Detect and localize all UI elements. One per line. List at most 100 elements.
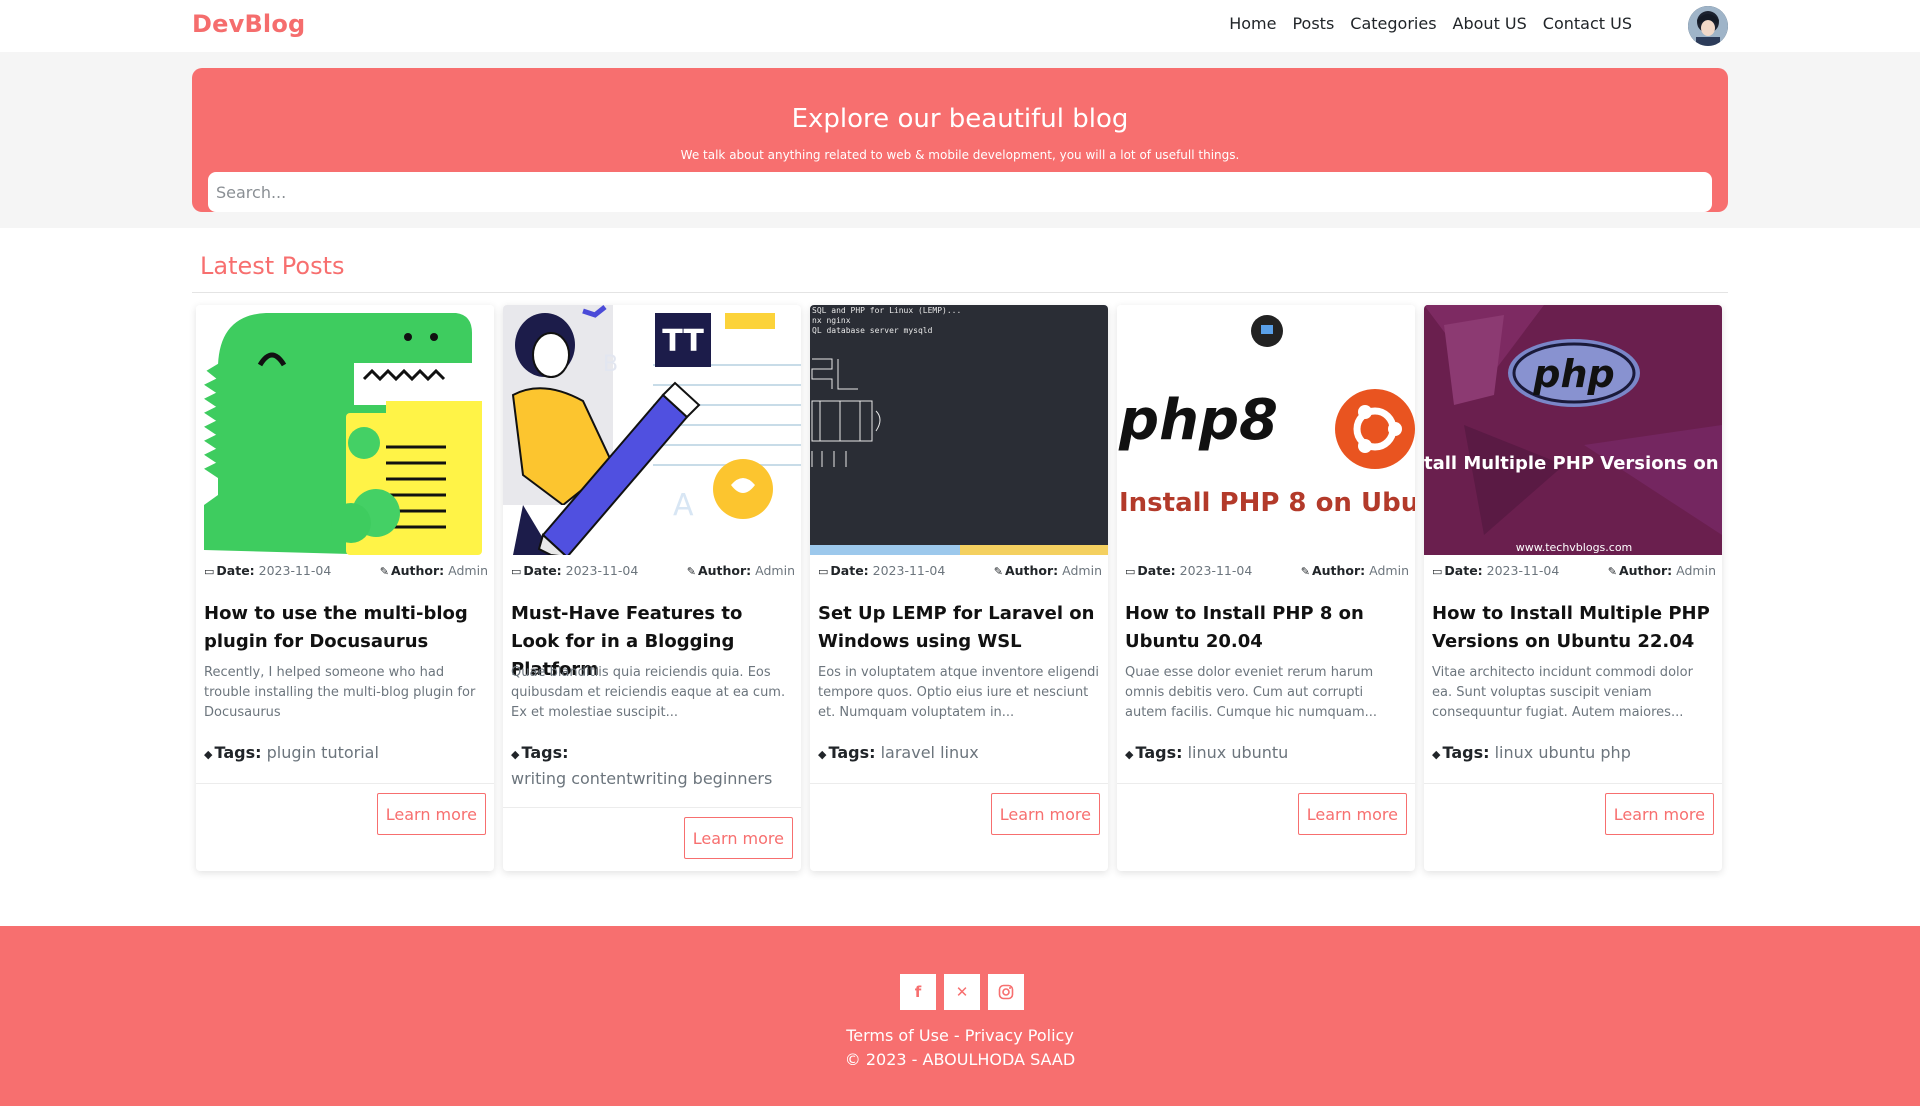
instagram-icon[interactable]	[988, 974, 1024, 1010]
post-excerpt: Quae esse dolor eveniet rerum harum omni…	[1125, 665, 1378, 720]
footer-links: Terms of Use - Privacy Policy	[0, 1026, 1920, 1045]
image-url: www.techvblogs.com	[1516, 541, 1633, 554]
svg-text:TT: TT	[662, 324, 704, 359]
post-excerpt: Quae blanditiis quia reiciendis quia. Eo…	[511, 665, 786, 720]
svg-text:A: A	[673, 488, 694, 523]
card-divider	[503, 807, 801, 808]
calendar-icon: ▭	[1432, 565, 1443, 578]
post-card: ▭ Date: 2023-11-04 ✎ Author: Admin How to …	[196, 305, 494, 871]
post-date: ▭ Date: 2023-11-04	[511, 563, 639, 578]
user-pen-icon: ✎	[686, 565, 696, 578]
post-card: TT A B ▭ Date: 2023-11-04 ✎ Author: Admin	[503, 305, 801, 871]
card-divider	[810, 783, 1108, 784]
post-author: ✎ Author: Admin	[1607, 563, 1716, 578]
section-title: Latest Posts	[200, 252, 345, 280]
hero-subtitle: We talk about anything related to web & …	[680, 148, 1240, 162]
post-tags: ◆ Tags: plugin tutorial	[204, 741, 488, 767]
nav-links: Home Posts Categories About US Contact U…	[1229, 14, 1632, 33]
nav-about[interactable]: About US	[1453, 14, 1527, 33]
svg-text:B: B	[603, 352, 618, 377]
avatar[interactable]	[1688, 6, 1728, 46]
card-divider	[1117, 783, 1415, 784]
nav-posts[interactable]: Posts	[1292, 14, 1334, 33]
post-card: SQL and PHP for Linux (LEMP)... nx nginx…	[810, 305, 1108, 871]
user-pen-icon: ✎	[993, 565, 1003, 578]
post-date: ▭ Date: 2023-11-04	[1125, 563, 1253, 578]
post-author: ✎ Author: Admin	[686, 563, 795, 578]
terminal-line: QL database server mysqld	[812, 326, 933, 335]
post-card: php8 Install PHP 8 on Ubuntu ▭Date: 2023…	[1117, 305, 1415, 871]
tag-icon: ◆	[1432, 748, 1441, 761]
footer: f ✕ Terms of Use - Privacy Policy © 2023…	[0, 926, 1920, 1106]
user-pen-icon: ✎	[1300, 565, 1310, 578]
post-meta: ▭ Date: 2023-11-04 ✎ Author: Admin	[818, 563, 1102, 578]
image-caption: Install PHP 8 on Ubuntu	[1119, 488, 1415, 518]
post-title[interactable]: How to use the multi-blog plugin for Doc…	[204, 600, 488, 656]
post-tags: ◆ Tags: linux ubuntu php	[1432, 741, 1716, 767]
post-title[interactable]: Set Up LEMP for Laravel on Windows using…	[818, 600, 1102, 656]
post-excerpt: Eos in voluptatem atque inventore eligen…	[818, 665, 1100, 720]
learn-more-button[interactable]: Learn more	[1297, 793, 1407, 835]
calendar-icon: ▭	[204, 565, 215, 578]
image-caption: tall Multiple PHP Versions on Ub	[1424, 453, 1722, 474]
x-icon[interactable]: ✕	[944, 974, 980, 1010]
calendar-icon: ▭	[818, 565, 829, 578]
post-date: ▭ Date: 2023-11-04	[204, 563, 332, 578]
nav-contact[interactable]: Contact US	[1543, 14, 1632, 33]
post-thumbnail[interactable]: TT A B	[503, 305, 801, 555]
post-title[interactable]: How to Install Multiple PHP Versions on …	[1432, 600, 1716, 656]
terms-link[interactable]: Terms of Use	[846, 1026, 949, 1045]
brand-logo[interactable]: DevBlog	[192, 10, 305, 38]
post-excerpt: Recently, I helped someone who had troub…	[204, 665, 476, 720]
post-tags: ◆ Tags: laravel linux	[818, 741, 1102, 767]
hero-banner: Explore our beautiful blog We talk about…	[192, 68, 1728, 212]
php8-logo: php8	[1118, 388, 1278, 453]
user-pen-icon: ✎	[1607, 565, 1617, 578]
post-author: ✎ Author: Admin	[1300, 563, 1409, 578]
hero-title: Explore our beautiful blog	[791, 104, 1129, 134]
learn-more-button[interactable]: Learn more	[990, 793, 1100, 835]
php-logo: php	[1532, 352, 1614, 396]
copyright: © 2023 - ABOULHODA SAAD	[844, 1050, 1076, 1069]
section-divider	[192, 292, 1728, 293]
nav-categories[interactable]: Categories	[1350, 14, 1436, 33]
post-meta: ▭ Date: 2023-11-04 ✎ Author: Admin	[1125, 563, 1409, 578]
card-divider	[1424, 783, 1722, 784]
privacy-link[interactable]: Privacy Policy	[965, 1026, 1074, 1045]
calendar-icon: ▭	[511, 565, 522, 578]
post-card: php tall Multiple PHP Versions on Ub www…	[1424, 305, 1722, 871]
learn-more-button[interactable]: Learn more	[683, 817, 793, 859]
post-author: ✎ Author: Admin	[379, 563, 488, 578]
nav-home[interactable]: Home	[1229, 14, 1276, 33]
tag-icon: ◆	[511, 748, 520, 761]
post-meta: ▭ Date: 2023-11-04 ✎ Author: Admin	[511, 563, 795, 578]
post-date: ▭ Date: 2023-11-04	[818, 563, 946, 578]
calendar-icon: ▭	[1125, 565, 1136, 578]
post-excerpt: Vitae architecto incidunt commodi dolor …	[1432, 665, 1693, 720]
post-date: ▭ Date: 2023-11-04	[1432, 563, 1560, 578]
hero-section: Explore our beautiful blog We talk about…	[0, 52, 1920, 228]
learn-more-button[interactable]: Learn more	[376, 793, 486, 835]
post-title[interactable]: How to Install PHP 8 on Ubuntu 20.04	[1125, 600, 1409, 656]
social-links: f ✕	[900, 974, 1024, 1010]
learn-more-button[interactable]: Learn more	[1604, 793, 1714, 835]
post-thumbnail[interactable]: php tall Multiple PHP Versions on Ub www…	[1424, 305, 1722, 555]
navbar: DevBlog Home Posts Categories About US C…	[0, 0, 1920, 52]
post-thumbnail[interactable]: SQL and PHP for Linux (LEMP)... nx nginx…	[810, 305, 1108, 555]
tag-icon: ◆	[204, 748, 213, 761]
user-pen-icon: ✎	[379, 565, 389, 578]
post-tags: ◆ Tags: linux ubuntu	[1125, 741, 1409, 767]
post-thumbnail[interactable]	[196, 305, 494, 555]
posts-grid: ▭ Date: 2023-11-04 ✎ Author: Admin How to …	[196, 305, 1724, 871]
terminal-line: SQL and PHP for Linux (LEMP)...	[812, 306, 961, 315]
post-author: ✎ Author: Admin	[993, 563, 1102, 578]
terminal-line: nx nginx	[812, 316, 851, 325]
search-input[interactable]	[208, 172, 1712, 212]
footer-separator: -	[953, 1026, 960, 1045]
tag-icon: ◆	[818, 748, 827, 761]
post-tags: ◆ Tags: writing contentwriting beginners	[511, 743, 773, 788]
post-meta: ▭ Date: 2023-11-04 ✎ Author: Admin	[1432, 563, 1716, 578]
post-thumbnail[interactable]: php8 Install PHP 8 on Ubuntu	[1117, 305, 1415, 555]
card-divider	[196, 783, 494, 784]
facebook-icon[interactable]: f	[900, 974, 936, 1010]
